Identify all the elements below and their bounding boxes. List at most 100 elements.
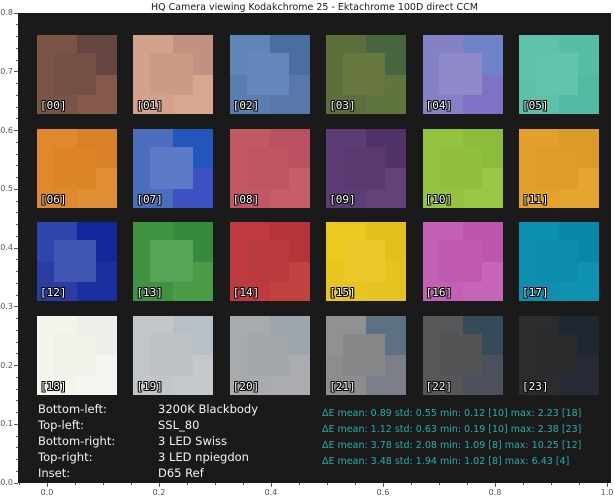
y-minor-tick (16, 294, 18, 296)
color-patch-06: [06] (37, 128, 117, 208)
x-tick-label: 0.2 (152, 488, 166, 497)
legend-key: Bottom-right: (38, 434, 116, 448)
color-patch-16: [16] (422, 222, 503, 301)
x-minor-tick (410, 483, 412, 485)
inset-swatch (53, 333, 97, 376)
y-minor-tick (16, 329, 18, 331)
patch-label: [19] (136, 379, 163, 393)
patch-label: [04] (425, 99, 453, 112)
y-major-tick (14, 423, 18, 425)
legend-key: Inset: (38, 466, 71, 480)
x-major-tick (158, 483, 160, 487)
color-patch-10: [10] (422, 128, 503, 208)
patch-label: [07] (136, 192, 163, 206)
y-major-tick (14, 247, 18, 249)
legend-key: Top-left: (38, 418, 85, 432)
y-minor-tick (16, 447, 18, 449)
patch-label: [05] (522, 99, 549, 112)
patch-label: [03] (329, 99, 356, 112)
y-major-tick (14, 188, 18, 190)
color-patch-05: [05] (519, 35, 599, 114)
delta-e-line: ΔE mean: 3.48 std: 1.94 min: 1.02 [8] ma… (322, 456, 570, 467)
patch-label: [09] (329, 192, 356, 206)
x-tick-label: 1.0 (600, 488, 614, 497)
y-major-tick (14, 71, 18, 73)
legend-key: Bottom-left: (38, 402, 107, 416)
x-minor-tick (130, 483, 132, 485)
x-tick-label: 0.8 (488, 488, 502, 497)
color-patch-12: [12] (37, 222, 117, 301)
y-tick-label: 0.8 (0, 8, 13, 17)
legend-row-inset: Inset: D65 Ref (38, 465, 258, 481)
color-patch-03: [03] (326, 35, 407, 114)
patch-label: [23] (522, 379, 549, 393)
color-patch-18: [18] (37, 315, 117, 395)
patch-label: [17] (522, 286, 549, 299)
y-tick-label: 0.3 (0, 301, 13, 311)
y-major-tick (14, 130, 18, 131)
inset-swatch (246, 240, 289, 283)
inset-swatch (53, 146, 97, 189)
inset-swatch (342, 240, 386, 283)
inset-swatch (246, 146, 289, 189)
color-patch-14: [14] (229, 222, 310, 301)
y-minor-tick (16, 165, 18, 167)
color-patch-04: [04] (422, 35, 503, 114)
x-tick-label: 0.6 (376, 488, 390, 497)
inset-swatch (535, 240, 579, 283)
delta-e-stats: ΔE mean: 0.89 std: 0.55 min: 0.12 [10] m… (322, 406, 581, 470)
y-major-tick (14, 482, 18, 484)
inset-swatch (439, 146, 482, 189)
patch-label: [00] (40, 99, 67, 112)
x-minor-tick (522, 483, 524, 485)
color-patch-09: [09] (326, 128, 407, 208)
y-minor-tick (16, 212, 18, 214)
x-minor-tick (466, 483, 468, 485)
color-patch-08: [08] (229, 128, 310, 208)
x-minor-tick (242, 483, 244, 485)
color-patch-00: [00] (37, 35, 117, 114)
y-tick-label: 0.1 (0, 419, 13, 429)
y-tick-label: 0.5 (0, 184, 13, 194)
y-tick-label: 0.4 (0, 243, 13, 252)
y-major-tick (14, 306, 18, 308)
inset-swatch (150, 53, 193, 96)
y-minor-tick (16, 83, 18, 84)
y-major-tick (14, 365, 18, 366)
inset-swatch (246, 333, 289, 376)
x-minor-tick (18, 483, 20, 485)
legend-value: SSL_80 (158, 418, 200, 432)
y-minor-tick (16, 235, 18, 237)
y-minor-tick (16, 141, 18, 143)
x-minor-tick (186, 483, 188, 485)
inset-swatch (439, 53, 482, 96)
x-major-tick (606, 483, 608, 487)
y-minor-tick (16, 470, 18, 472)
y-minor-tick (16, 36, 18, 37)
x-minor-tick (578, 483, 580, 485)
y-minor-tick (16, 47, 18, 49)
inset-swatch (150, 240, 193, 283)
y-minor-tick (16, 412, 18, 413)
x-minor-tick (298, 483, 300, 485)
patch-label: [01] (136, 99, 163, 112)
chart-title: HQ Camera viewing Kodakchrome 25 - Ektac… (151, 2, 478, 13)
patch-label: [11] (522, 192, 549, 206)
x-major-tick (494, 483, 496, 487)
inset-swatch (53, 53, 97, 96)
legend-value: 3 LED npiegdon (158, 450, 249, 464)
x-minor-tick (214, 483, 216, 485)
y-minor-tick (16, 106, 18, 108)
color-patch-20: [20] (229, 315, 310, 395)
delta-e-line: ΔE mean: 0.89 std: 0.55 min: 0.12 [10] m… (322, 408, 582, 419)
color-patch-17: [17] (519, 222, 599, 301)
color-patch-21: [21] (326, 315, 407, 395)
x-minor-tick (74, 483, 76, 485)
patch-label: [02] (232, 99, 260, 112)
delta-e-line: ΔE mean: 3.78 std: 2.08 min: 1.09 [8] ma… (322, 440, 582, 451)
patch-label: [21] (329, 379, 356, 393)
patch-label: [08] (232, 192, 260, 206)
color-patch-13: [13] (133, 222, 214, 301)
y-minor-tick (16, 24, 18, 26)
x-minor-tick (550, 483, 552, 485)
